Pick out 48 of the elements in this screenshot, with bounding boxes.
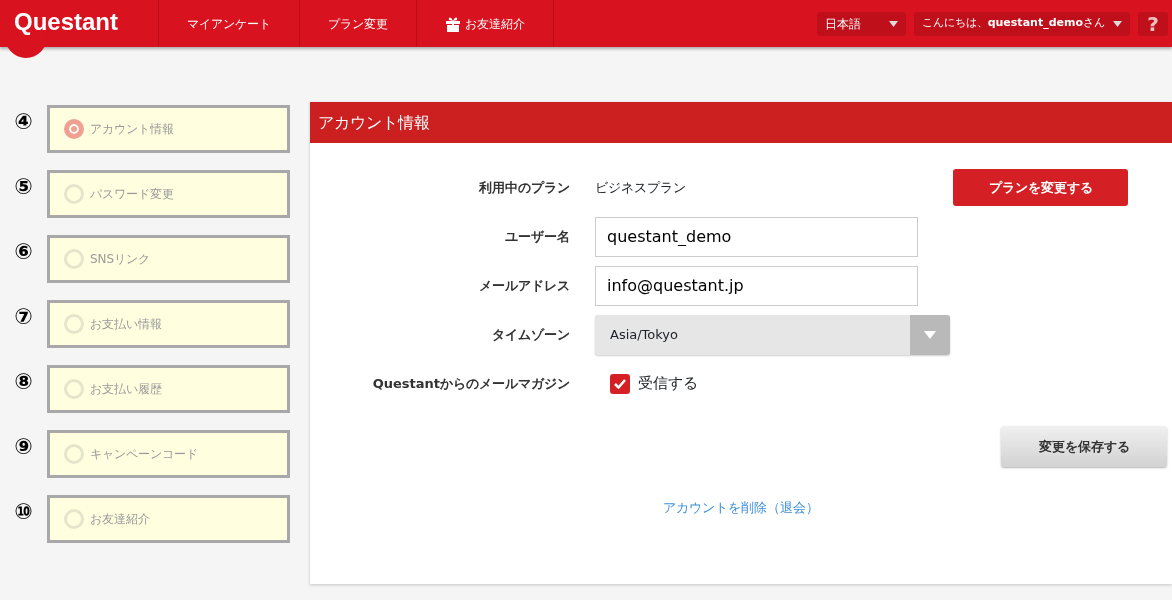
step-number: ⑤	[13, 173, 34, 198]
step-item[interactable]: アカウント情報	[47, 105, 290, 153]
radio-icon	[64, 379, 84, 399]
user-menu[interactable]: こんにちは、questant_demoさん	[913, 11, 1130, 36]
gift-icon	[445, 15, 461, 32]
step-item[interactable]: パスワード変更	[47, 170, 290, 218]
step-item[interactable]: お友達紹介	[47, 495, 290, 543]
step-item[interactable]: お支払い情報	[47, 300, 290, 348]
check-icon	[614, 378, 626, 389]
field-label: タイムゾーン	[491, 325, 570, 344]
radio-icon	[64, 444, 84, 464]
step-number: ⑩	[13, 498, 34, 523]
input-field[interactable]: questant_demo	[595, 216, 918, 257]
field-label: ユーザー名	[504, 227, 570, 246]
step-number: ④	[13, 108, 34, 133]
input-field[interactable]: info@questant.jp	[595, 265, 918, 306]
radio-icon	[64, 184, 84, 204]
nav-link[interactable]: マイアンケート	[158, 0, 299, 47]
nav-link[interactable]: プラン変更	[299, 0, 416, 47]
field-label: 利用中のプラン	[478, 178, 570, 197]
checkbox-label: 受信する	[638, 373, 698, 395]
save-button[interactable]: 変更を保存する	[1001, 426, 1167, 467]
field-label: メールアドレス	[478, 276, 570, 295]
field-label: Questantからのメールマガジン	[371, 374, 570, 393]
caret-icon	[1113, 20, 1122, 27]
delete-account-link[interactable]: アカウントを削除（退会）	[663, 500, 819, 515]
caret-icon	[888, 20, 898, 27]
step-number: ⑥	[13, 238, 34, 263]
step-item[interactable]: SNSリンク	[47, 235, 290, 283]
change-plan-button[interactable]: プランを変更する	[953, 169, 1128, 206]
caret-icon	[924, 330, 936, 339]
plan-name: ビジネスプラン	[595, 178, 687, 197]
step-number: ⑧	[13, 368, 34, 393]
nav-link[interactable]: お友達紹介	[416, 0, 554, 47]
radio-icon	[64, 119, 84, 139]
radio-icon	[64, 314, 84, 334]
radio-icon	[64, 249, 84, 269]
logo[interactable]: Questant	[0, 0, 158, 40]
help-button[interactable]: ?	[1138, 11, 1168, 36]
timezone-select[interactable]: Asia/Tokyo	[595, 314, 950, 355]
language-dropdown[interactable]: 日本語	[816, 11, 906, 36]
radio-icon	[64, 509, 84, 529]
step-item[interactable]: キャンペーンコード	[47, 430, 290, 478]
step-number: ⑦	[13, 303, 34, 328]
checkbox[interactable]	[610, 373, 630, 394]
step-number: ⑨	[13, 433, 34, 458]
step-item[interactable]: お支払い履歴	[47, 365, 290, 413]
panel-title: アカウント情報	[310, 102, 1172, 143]
